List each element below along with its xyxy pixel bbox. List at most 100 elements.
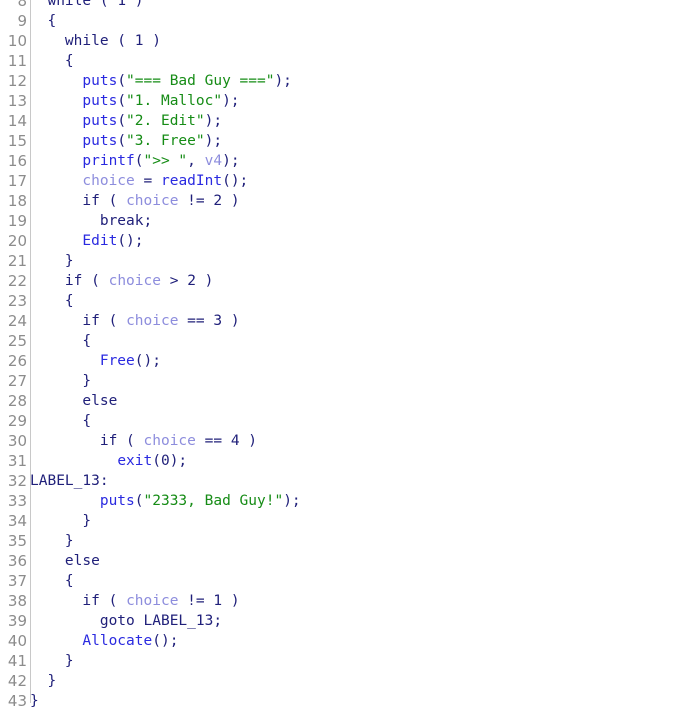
line-content[interactable]: } (30, 531, 691, 551)
code-line[interactable]: 35 } (0, 531, 691, 551)
line-content[interactable]: { (30, 571, 691, 591)
code-token: 1 (134, 33, 144, 49)
line-content[interactable]: { (30, 411, 691, 431)
line-content[interactable]: if ( choice == 3 ) (30, 311, 691, 331)
code-token: 1 (117, 0, 127, 9)
code-line[interactable]: 20 Edit(); (0, 231, 691, 251)
line-content[interactable]: choice = readInt(); (30, 171, 691, 191)
code-line[interactable]: 37 { (0, 571, 691, 591)
line-content[interactable]: } (30, 251, 691, 271)
code-line[interactable]: 15 puts("3. Free"); (0, 131, 691, 151)
code-line[interactable]: 26 Free(); (0, 351, 691, 371)
line-content[interactable]: else (30, 551, 691, 571)
line-number: 42 (7, 672, 27, 690)
line-number: 13 (7, 92, 27, 110)
code-line[interactable]: 11 { (0, 51, 691, 71)
code-line[interactable]: 18 if ( choice != 2 ) (0, 191, 691, 211)
line-content[interactable]: printf(">> ", v4); (30, 151, 691, 171)
code-line[interactable]: 23 { (0, 291, 691, 311)
line-number: 14 (7, 112, 27, 130)
code-line[interactable]: 8 while ( 1 ) (0, 0, 691, 11)
line-content[interactable]: puts("3. Free"); (30, 131, 691, 151)
line-content[interactable]: } (30, 511, 691, 531)
code-line[interactable]: 24 if ( choice == 3 ) (0, 311, 691, 331)
code-line[interactable]: 40 Allocate(); (0, 631, 691, 651)
decompiler-pseudocode-view[interactable]: 8 while ( 1 ) 9 {10 while ( 1 ) 11 {12 put… (0, 0, 691, 710)
line-content[interactable]: while ( 1 ) (30, 31, 691, 51)
line-number: 26 (7, 352, 27, 370)
code-line[interactable]: 41 } (0, 651, 691, 671)
line-number: 22 (7, 272, 27, 290)
line-content[interactable]: if ( choice != 2 ) (30, 191, 691, 211)
code-line[interactable]: 25 { (0, 331, 691, 351)
code-line[interactable]: 21 } (0, 251, 691, 271)
line-number: 10 (7, 32, 27, 50)
code-line[interactable]: 27 } (0, 371, 691, 391)
line-content[interactable]: puts("1. Malloc"); (30, 91, 691, 111)
code-token: ); (222, 153, 240, 169)
line-number: 31 (7, 452, 27, 470)
line-content[interactable]: { (30, 11, 691, 31)
code-token: choice (126, 193, 179, 209)
line-number: 19 (7, 212, 27, 230)
line-content[interactable]: { (30, 51, 691, 71)
code-line[interactable]: 9 { (0, 11, 691, 31)
code-line[interactable]: 17 choice = readInt(); (0, 171, 691, 191)
code-line[interactable]: 29 { (0, 411, 691, 431)
line-content[interactable]: break; (30, 211, 691, 231)
code-line[interactable]: 38 if ( choice != 1 ) (0, 591, 691, 611)
code-line[interactable]: 43} (0, 691, 691, 711)
line-content[interactable]: if ( choice > 2 ) (30, 271, 691, 291)
code-token: break (99, 213, 144, 229)
line-content[interactable]: if ( choice != 1 ) (30, 591, 691, 611)
line-content[interactable]: puts("2333, Bad Guy!"); (30, 491, 691, 511)
line-content[interactable]: if ( choice == 4 ) (30, 431, 691, 451)
code-line[interactable]: 33 puts("2333, Bad Guy!"); (0, 491, 691, 511)
line-content[interactable]: while ( 1 ) (30, 0, 691, 11)
code-line[interactable]: 16 printf(">> ", v4); (0, 151, 691, 171)
code-line[interactable]: 36 else (0, 551, 691, 571)
code-token: } (30, 373, 92, 389)
code-line[interactable]: 22 if ( choice > 2 ) (0, 271, 691, 291)
code-token: choice (82, 173, 135, 189)
code-line[interactable]: 34 } (0, 511, 691, 531)
code-token: } (30, 513, 92, 529)
line-content[interactable]: exit(0); (30, 451, 691, 471)
line-content[interactable]: Allocate(); (30, 631, 691, 651)
code-line[interactable]: 10 while ( 1 ) (0, 31, 691, 51)
line-content[interactable]: { (30, 291, 691, 311)
line-content[interactable]: LABEL_13: (30, 471, 691, 491)
code-line[interactable]: 32 LABEL_13: (0, 471, 691, 491)
line-content[interactable]: puts("=== Bad Guy ==="); (30, 71, 691, 91)
line-content[interactable]: Free(); (30, 351, 691, 371)
code-token: puts (99, 493, 135, 509)
line-content[interactable]: } (30, 371, 691, 391)
line-content[interactable]: goto LABEL_13; (30, 611, 691, 631)
line-content[interactable]: } (30, 651, 691, 671)
code-line[interactable]: 28 else (0, 391, 691, 411)
line-content[interactable]: else (30, 391, 691, 411)
code-line[interactable]: 39 goto LABEL_13; (0, 611, 691, 631)
code-token: ); (204, 133, 223, 149)
code-line[interactable]: 19 break; (0, 211, 691, 231)
code-token: } (30, 533, 74, 549)
code-line[interactable]: 14 puts("2. Edit"); (0, 111, 691, 131)
line-number: 25 (7, 332, 27, 350)
line-content[interactable]: } (30, 671, 691, 691)
code-lines-container[interactable]: 8 while ( 1 ) 9 {10 while ( 1 ) 11 {12 put… (0, 0, 691, 711)
code-token: puts (82, 113, 118, 129)
line-content[interactable]: } (30, 691, 691, 711)
line-content[interactable]: puts("2. Edit"); (30, 111, 691, 131)
code-line[interactable]: 30 if ( choice == 4 ) (0, 431, 691, 451)
line-content[interactable]: Edit(); (30, 231, 691, 251)
code-line[interactable]: 31 exit(0); (0, 451, 691, 471)
line-content[interactable]: { (30, 331, 691, 351)
code-line[interactable]: 13 puts("1. Malloc"); (0, 91, 691, 111)
code-line[interactable]: 42 } (0, 671, 691, 691)
code-line[interactable]: 12 puts("=== Bad Guy ==="); (0, 71, 691, 91)
